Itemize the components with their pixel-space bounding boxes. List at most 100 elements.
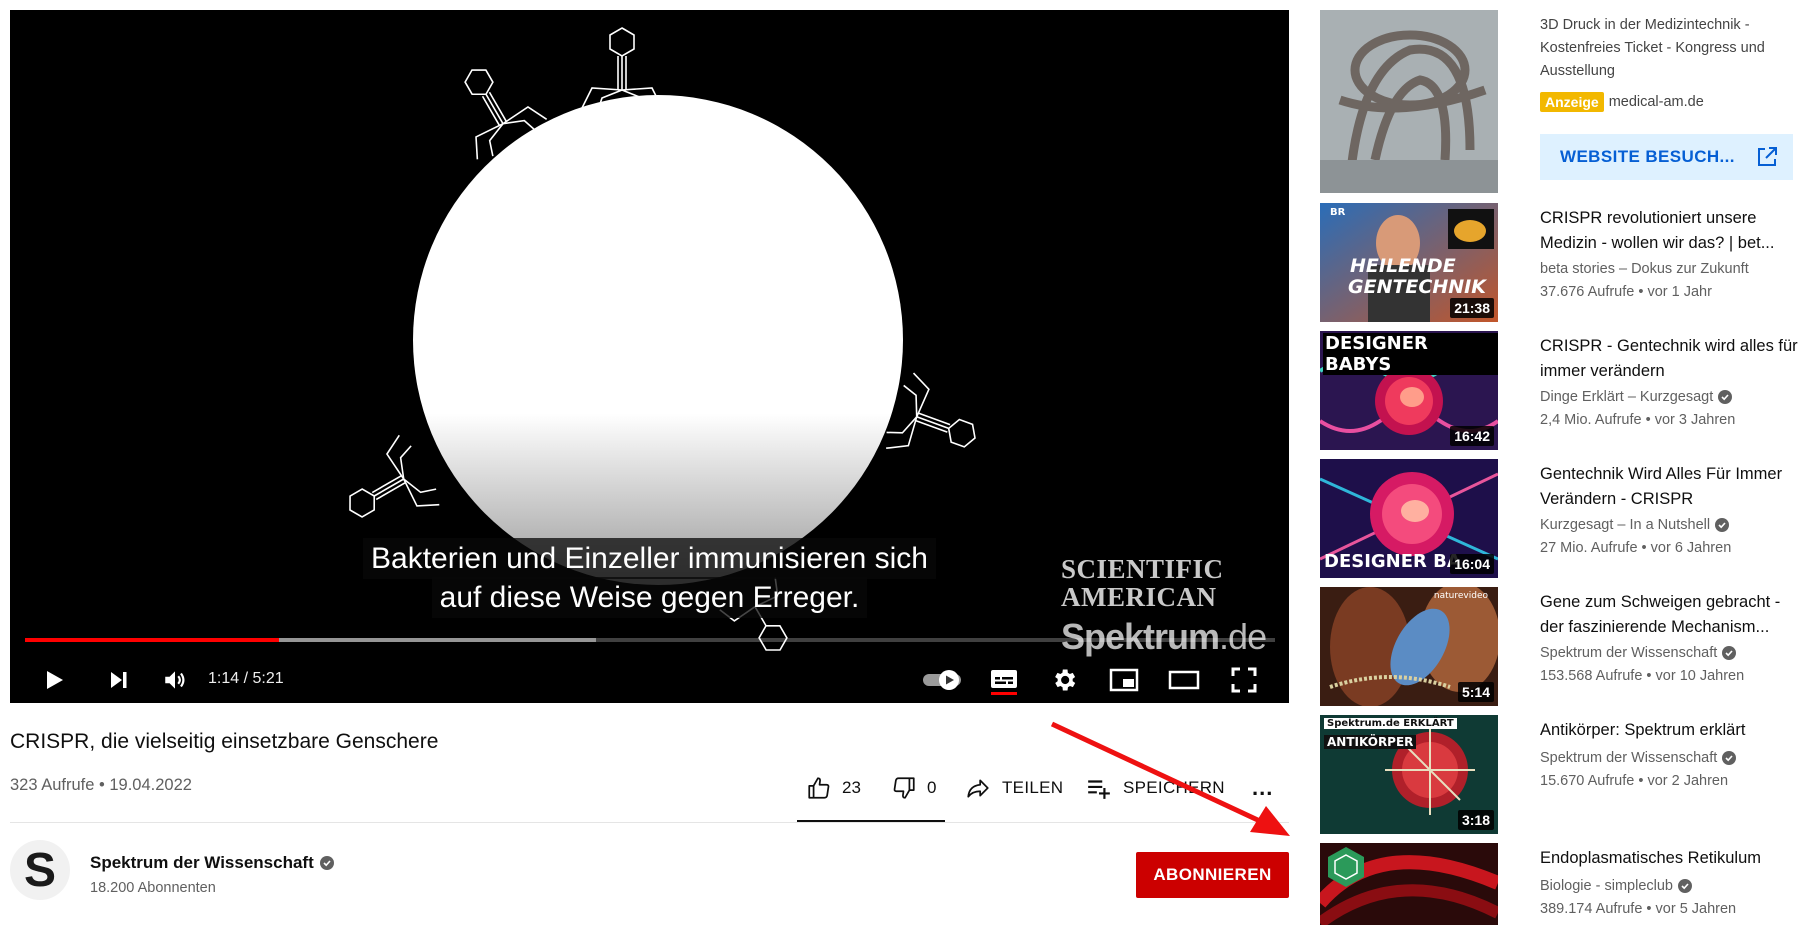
video-thumbnail[interactable]: naturevideo 5:14 bbox=[1320, 587, 1498, 706]
video-channel[interactable]: Kurzgesagt – In a Nutshell bbox=[1540, 517, 1730, 533]
video-duration: 5:14 bbox=[1457, 682, 1494, 702]
progress-played bbox=[25, 638, 279, 642]
autoplay-toggle-icon bbox=[923, 670, 961, 690]
thumb-text: GENTECHNIK bbox=[1348, 276, 1486, 298]
video-channel[interactable]: beta stories – Dokus zur Zukunft bbox=[1540, 261, 1749, 277]
save-button[interactable]: SPEICHERN bbox=[1085, 768, 1225, 808]
like-count: 23 bbox=[842, 778, 861, 797]
video-thumbnail[interactable]: Spektrum.de ERKLÄRT ANTIKÖRPER 3:18 bbox=[1320, 715, 1498, 834]
video-channel[interactable]: Spektrum der Wissenschaft bbox=[1540, 645, 1737, 661]
video-stats: 2,4 Mio. Aufrufe • vor 3 Jahren bbox=[1540, 412, 1736, 428]
fullscreen-button[interactable] bbox=[1222, 660, 1266, 700]
watermark-brand: Spektrum.de bbox=[1061, 617, 1267, 657]
visit-website-label: WEBSITE BESUCH... bbox=[1560, 147, 1735, 166]
dislike-count: 0 bbox=[927, 778, 937, 797]
video-stats: 27 Mio. Aufrufe • vor 6 Jahren bbox=[1540, 540, 1732, 556]
video-stats: 389.174 Aufrufe • vor 5 Jahren bbox=[1540, 901, 1737, 917]
dislike-button[interactable]: 0 bbox=[891, 768, 936, 808]
ad-domain: medical-am.de bbox=[1608, 94, 1704, 110]
subtitles-button[interactable] bbox=[982, 660, 1026, 700]
gear-icon bbox=[1055, 669, 1076, 691]
channel-name: Biologie - simpleclub bbox=[1540, 878, 1673, 894]
settings-button[interactable] bbox=[1042, 660, 1086, 700]
subscribe-button[interactable]: ABONNIEREN bbox=[1136, 852, 1289, 898]
share-icon bbox=[967, 779, 989, 798]
more-actions-button[interactable]: ... bbox=[1252, 768, 1273, 808]
video-player[interactable]: Bakterien und Einzeller immunisieren sic… bbox=[10, 10, 1289, 703]
subtitle-line: auf diese Weise gegen Erreger. bbox=[431, 577, 868, 618]
verified-icon bbox=[1722, 751, 1737, 765]
ad-thumbnail-image bbox=[1320, 10, 1498, 193]
divider bbox=[10, 822, 1289, 823]
video-thumbnail[interactable]: DESIGNER BA 16:04 bbox=[1320, 459, 1498, 578]
video-title[interactable]: Antikörper: Spektrum erklärt bbox=[1540, 718, 1802, 743]
visit-website-button[interactable]: WEBSITE BESUCH... bbox=[1540, 134, 1793, 180]
play-icon bbox=[47, 671, 63, 689]
video-title[interactable]: Endoplasmatisches Retikulum bbox=[1540, 846, 1802, 871]
video-thumbnail[interactable] bbox=[1320, 843, 1498, 925]
like-button[interactable]: 23 bbox=[806, 768, 861, 808]
recommended-video[interactable]: DESIGNER BABYS 16:42 CRISPR - Gentechnik… bbox=[1320, 331, 1806, 450]
verified-icon bbox=[1722, 646, 1737, 660]
channel-avatar[interactable]: S bbox=[10, 840, 70, 900]
recommended-video[interactable]: BR HEILENDE GENTECHNIK 21:38 CRISPR revo… bbox=[1320, 203, 1806, 322]
recommended-video[interactable]: naturevideo 5:14 Gene zum Schweigen gebr… bbox=[1320, 587, 1806, 706]
recommended-video[interactable]: Spektrum.de ERKLÄRT ANTIKÖRPER 3:18 Anti… bbox=[1320, 715, 1806, 834]
verified-icon bbox=[1715, 518, 1730, 532]
subtitles-icon bbox=[991, 670, 1017, 695]
video-meta: 323 Aufrufe • 19.04.2022 bbox=[10, 776, 192, 794]
video-title: CRISPR, die vielseitig einsetzbare Gensc… bbox=[10, 730, 439, 753]
thumb-text: ANTIKÖRPER bbox=[1324, 735, 1417, 749]
thumb-tag: BR bbox=[1330, 207, 1346, 218]
fullscreen-icon bbox=[1231, 667, 1257, 693]
theater-mode-button[interactable] bbox=[1162, 660, 1206, 700]
verified-icon bbox=[319, 856, 334, 870]
watermark-line: AMERICAN bbox=[1061, 582, 1217, 612]
miniplayer-button[interactable] bbox=[1102, 660, 1146, 700]
video-stats: 153.568 Aufrufe • vor 10 Jahren bbox=[1540, 668, 1745, 684]
recommended-video[interactable]: DESIGNER BA 16:04 Gentechnik Wird Alles … bbox=[1320, 459, 1806, 578]
more-icon: ... bbox=[1252, 775, 1274, 800]
video-duration: 16:42 bbox=[1450, 426, 1494, 446]
video-title[interactable]: CRISPR - Gentechnik wird alles für immer… bbox=[1540, 334, 1802, 384]
volume-button[interactable] bbox=[155, 660, 195, 700]
autoplay-toggle[interactable] bbox=[920, 660, 966, 700]
cell-circle bbox=[413, 95, 903, 585]
volume-icon bbox=[165, 671, 185, 689]
subtitle-line: Bakterien und Einzeller immunisieren sic… bbox=[363, 538, 936, 579]
thumbs-up-icon bbox=[808, 777, 830, 799]
ad-thumbnail[interactable] bbox=[1320, 10, 1498, 193]
watermark-line: SCIENTIFIC bbox=[1061, 554, 1224, 584]
external-link-icon bbox=[1758, 147, 1777, 166]
thumb-text: HEILENDE bbox=[1350, 255, 1456, 277]
video-duration: 3:18 bbox=[1457, 810, 1494, 830]
video-title[interactable]: CRISPR revolutioniert unsere Medizin - w… bbox=[1540, 206, 1802, 256]
channel-name-link[interactable]: Spektrum der Wissenschaft bbox=[90, 853, 334, 873]
thumb-text: DESIGNER BA bbox=[1324, 551, 1461, 572]
verified-icon bbox=[1677, 879, 1692, 893]
video-channel[interactable]: Dinge Erklärt – Kurzgesagt bbox=[1540, 389, 1733, 405]
video-stats: 37.676 Aufrufe • vor 1 Jahr bbox=[1540, 284, 1712, 300]
recommended-video[interactable]: Endoplasmatisches Retikulum Biologie - s… bbox=[1320, 843, 1806, 925]
ad-title[interactable]: 3D Druck in der Medizintechnik - Kostenf… bbox=[1540, 14, 1800, 83]
progress-bar[interactable] bbox=[25, 638, 1275, 642]
player-controls: 1:14 / 5:21 bbox=[10, 660, 1289, 700]
video-title[interactable]: Gentechnik Wird Alles Für Immer Veränder… bbox=[1540, 462, 1802, 512]
video-thumbnail[interactable]: BR HEILENDE GENTECHNIK 21:38 bbox=[1320, 203, 1498, 322]
video-title[interactable]: Gene zum Schweigen gebracht - der faszin… bbox=[1540, 590, 1802, 640]
video-channel[interactable]: Biologie - simpleclub bbox=[1540, 878, 1692, 894]
time-display: 1:14 / 5:21 bbox=[208, 670, 284, 687]
ad-card[interactable]: 3D Druck in der Medizintechnik - Kostenf… bbox=[1320, 10, 1806, 193]
ad-badge: Anzeige bbox=[1540, 92, 1604, 112]
playlist-add-icon bbox=[1088, 780, 1110, 799]
subscriber-count: 18.200 Abonnenten bbox=[90, 880, 216, 896]
video-stats: 15.670 Aufrufe • vor 2 Jahren bbox=[1540, 773, 1729, 789]
share-label: TEILEN bbox=[1002, 778, 1064, 797]
miniplayer-icon bbox=[1109, 668, 1139, 692]
video-channel[interactable]: Spektrum der Wissenschaft bbox=[1540, 750, 1737, 766]
share-button[interactable]: TEILEN bbox=[964, 768, 1063, 808]
video-thumbnail[interactable]: DESIGNER BABYS 16:42 bbox=[1320, 331, 1498, 450]
next-button[interactable] bbox=[99, 660, 139, 700]
channel-name: Kurzgesagt – In a Nutshell bbox=[1540, 517, 1711, 533]
play-button[interactable] bbox=[34, 660, 74, 700]
